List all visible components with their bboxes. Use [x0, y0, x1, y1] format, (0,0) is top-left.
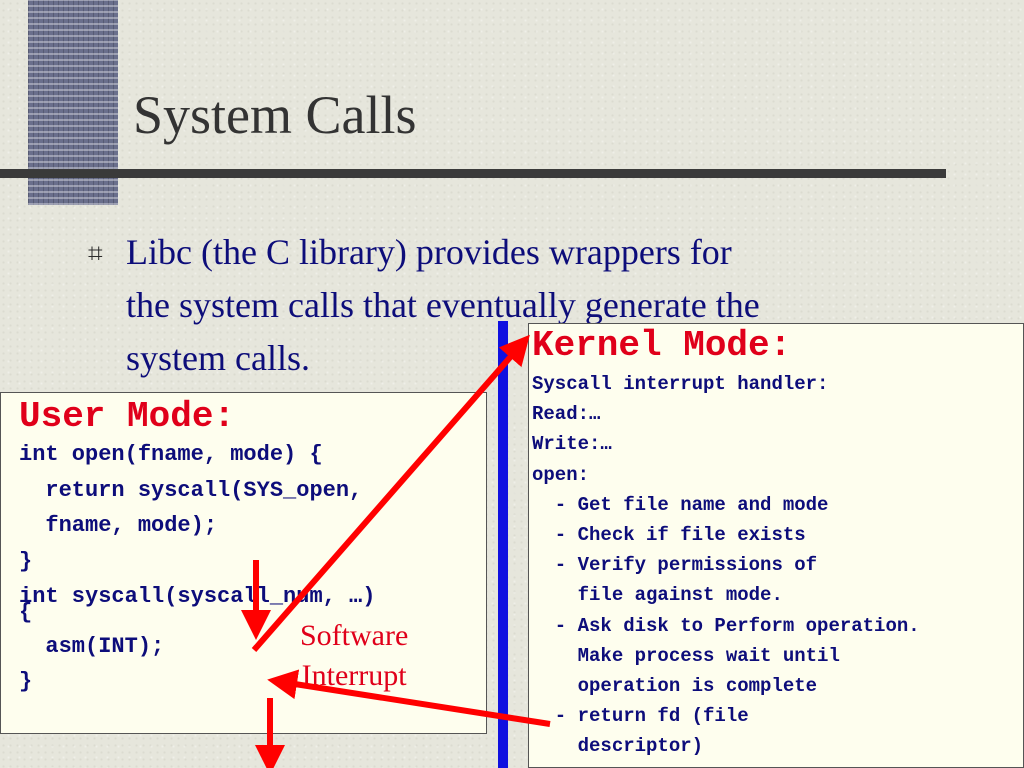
code-line: file against mode.	[532, 584, 783, 607]
code-line: open:	[532, 463, 590, 486]
code-line: Read:…	[532, 403, 601, 426]
code-line: operation is complete	[532, 675, 818, 698]
code-line: }	[19, 548, 33, 574]
bullet-line: Libc (the C library) provides wrappers f…	[126, 232, 732, 272]
bullet-icon: ⌗	[88, 239, 103, 268]
mode-divider	[498, 321, 508, 768]
slide-title: System Calls	[133, 85, 417, 145]
user-mode-box: User Mode: int open(fname, mode) { retur…	[0, 392, 487, 734]
title-underline	[0, 169, 946, 178]
code-line: - return fd (file	[532, 705, 749, 728]
software-interrupt-label: Software Interrupt	[300, 616, 408, 696]
code-line: - Verify permissions of	[532, 554, 818, 577]
code-line: int open(fname, mode) {	[19, 442, 323, 467]
code-line: Write:…	[532, 433, 612, 456]
code-line: Syscall interrupt handler:	[532, 373, 829, 395]
code-line: Make process wait until	[532, 644, 840, 667]
code-line: - Ask disk to Perform operation.	[532, 614, 920, 637]
kernel-mode-title: Kernel Mode:	[532, 325, 792, 366]
user-mode-title: User Mode:	[19, 396, 236, 437]
code-line: - Check if file exists	[532, 524, 806, 547]
annotation-line: Software	[300, 619, 409, 652]
code-line: - Get file name and mode	[532, 493, 829, 516]
code-line: descriptor)	[532, 735, 704, 758]
code-line: }	[19, 669, 33, 694]
kernel-mode-box: Kernel Mode: Syscall interrupt handler: …	[528, 323, 1024, 768]
code-line: fname, mode);	[19, 513, 218, 538]
code-line: return syscall(SYS_open,	[19, 477, 363, 503]
code-line: asm(INT);	[19, 633, 165, 659]
annotation-line: Interrupt	[301, 659, 407, 692]
